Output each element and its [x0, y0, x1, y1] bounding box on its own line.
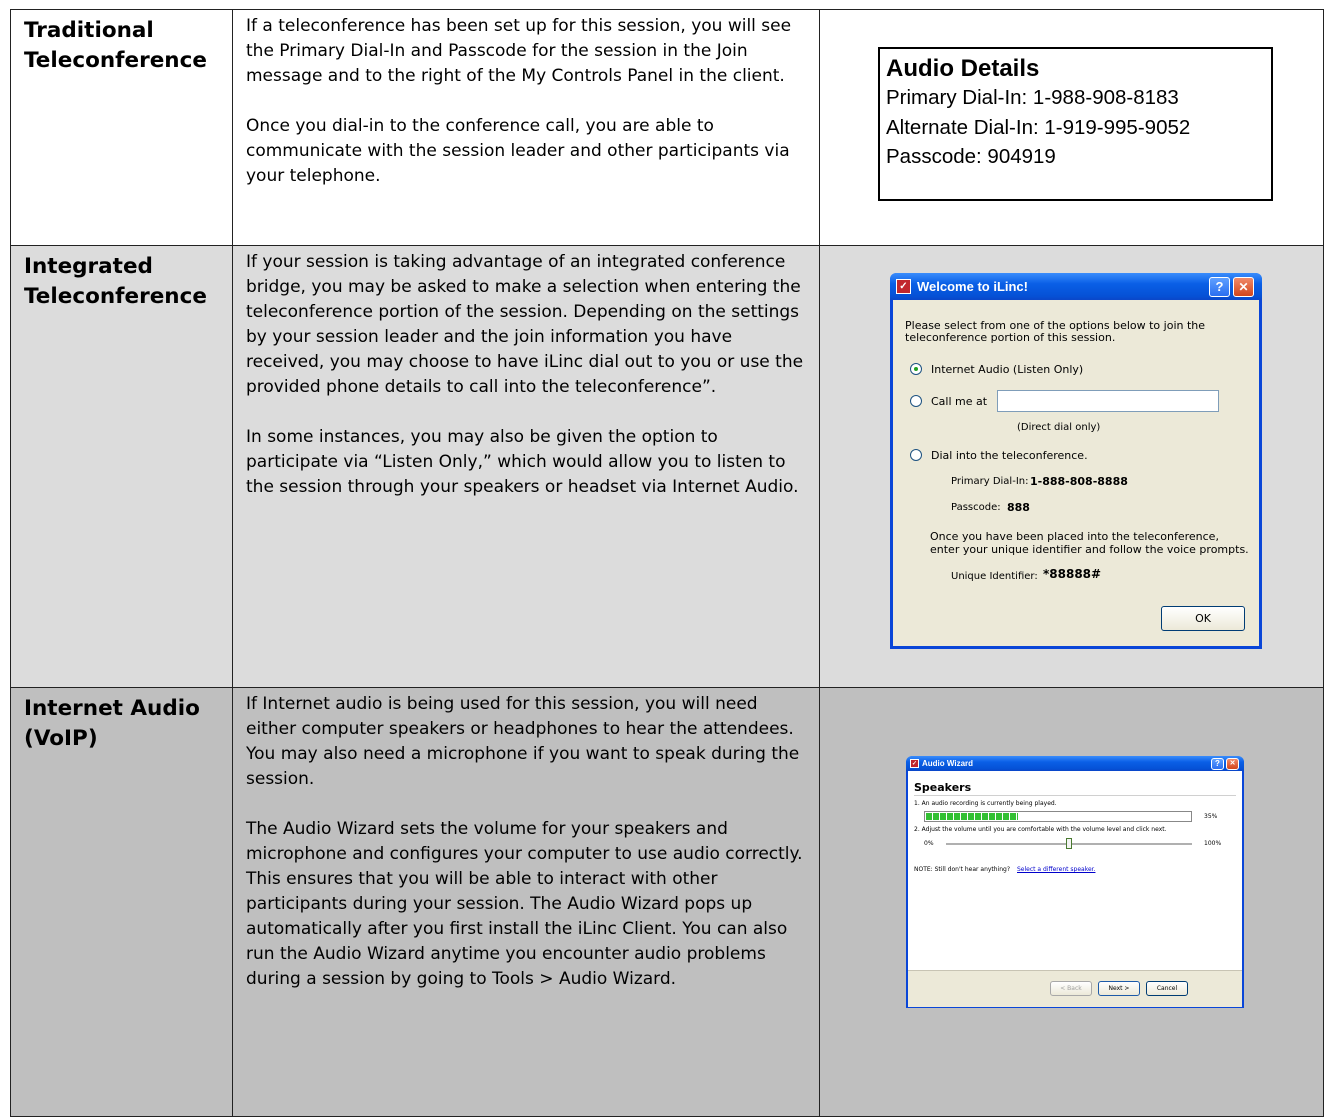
row-description-cell: If a teleconference has been set up for …: [232, 9, 820, 246]
speakers-heading: Speakers: [914, 781, 972, 794]
row-image-cell: ✓ Audio Wizard ? ✕ Speakers 1. An audio …: [819, 687, 1324, 1117]
row-title-traditional: Traditional Teleconference: [24, 18, 207, 73]
paragraph: Once you dial-in to the conference call,…: [246, 116, 790, 186]
close-button[interactable]: ✕: [1233, 277, 1254, 297]
radio-internet-audio[interactable]: [910, 363, 922, 375]
row-description-traditional: If a teleconference has been set up for …: [233, 10, 819, 189]
ok-button[interactable]: OK: [1161, 606, 1245, 631]
passcode: Passcode: 904919: [886, 145, 1056, 168]
help-button[interactable]: ?: [1209, 277, 1230, 297]
option-call-me-label: Call me at: [931, 395, 988, 408]
ilinc-logo-icon: ✓: [910, 759, 919, 768]
paragraph: In some instances, you may also be given…: [246, 427, 799, 497]
unique-identifier-label: Unique Identifier:: [951, 571, 1038, 582]
row-description-internet-audio: If Internet audio is being used for this…: [233, 688, 819, 992]
close-button[interactable]: ✕: [1226, 758, 1239, 770]
audio-wizard-body: Speakers 1. An audio recording is curren…: [908, 771, 1242, 1007]
row-title-cell: Integrated Teleconference: [10, 245, 233, 688]
row-title-cell: Internet Audio (VoIP): [10, 687, 233, 1117]
placed-instructions: enter your unique identifier and follow …: [930, 543, 1249, 556]
row-image-cell: Audio Details Primary Dial-In: 1-988-908…: [819, 9, 1324, 246]
volume-max-label: 100%: [1204, 840, 1222, 847]
wizard-button-bar: < Back Next > Cancel: [908, 970, 1242, 1007]
welcome-dialog: ✓ Welcome to iLinc! ? ✕ Please select fr…: [890, 273, 1262, 649]
playback-progress-bar: [924, 811, 1192, 822]
back-button[interactable]: < Back: [1050, 981, 1092, 996]
intro-text: teleconference portion of this session.: [905, 331, 1116, 344]
audio-options-table: Traditional Teleconference If a teleconf…: [10, 9, 1324, 1117]
select-speaker-link[interactable]: Select a different speaker.: [1017, 866, 1095, 874]
paragraph: If your session is taking advantage of a…: [246, 252, 804, 397]
primary-dial-in: Primary Dial-In: 1-988-908-8183: [886, 86, 1179, 109]
table-row-integrated: Integrated Teleconference If your sessio…: [10, 245, 1324, 688]
welcome-dialog-titlebar: ✓ Welcome to iLinc! ? ✕: [890, 273, 1262, 300]
paragraph: The Audio Wizard sets the volume for you…: [246, 819, 803, 989]
row-image-cell: ✓ Welcome to iLinc! ? ✕ Please select fr…: [819, 245, 1324, 688]
call-me-phone-input[interactable]: [997, 390, 1219, 412]
table-row-internet-audio: Internet Audio (VoIP) If Internet audio …: [10, 687, 1324, 1117]
unique-identifier-value: *88888#: [1043, 567, 1102, 581]
divider: [914, 795, 1236, 796]
primary-dial-in-label: Primary Dial-In:: [951, 476, 1029, 487]
row-description-integrated: If your session is taking advantage of a…: [233, 246, 819, 500]
welcome-dialog-title: Welcome to iLinc!: [917, 279, 1028, 294]
help-button[interactable]: ?: [1211, 758, 1224, 770]
volume-slider-track[interactable]: [946, 838, 1192, 849]
table-row-traditional: Traditional Teleconference If a teleconf…: [10, 9, 1324, 246]
audio-details-box: Audio Details Primary Dial-In: 1-988-908…: [878, 47, 1273, 201]
radio-call-me[interactable]: [910, 395, 922, 407]
volume-slider-thumb[interactable]: [1066, 838, 1072, 849]
playback-progress-label: 35%: [1204, 813, 1218, 820]
paragraph: If Internet audio is being used for this…: [246, 694, 800, 789]
step-1-text: 1. An audio recording is currently being…: [914, 800, 1057, 807]
radio-dial-in[interactable]: [910, 449, 922, 461]
ilinc-logo-icon: ✓: [896, 279, 911, 294]
direct-dial-note: (Direct dial only): [1017, 422, 1101, 433]
next-button[interactable]: Next >: [1098, 981, 1140, 996]
note-text: NOTE: Still don't hear anything?: [914, 866, 1011, 873]
paragraph: If a teleconference has been set up for …: [246, 16, 792, 86]
placed-instructions: Once you have been placed into the telec…: [930, 530, 1219, 543]
volume-min-label: 0%: [924, 840, 934, 847]
passcode-value: 888: [1007, 501, 1030, 514]
audio-wizard-title: Audio Wizard: [922, 759, 974, 768]
row-title-cell: Traditional Teleconference: [10, 9, 233, 246]
audio-wizard-window: ✓ Audio Wizard ? ✕ Speakers 1. An audio …: [906, 756, 1244, 1008]
option-internet-audio-label: Internet Audio (Listen Only): [931, 363, 1084, 376]
audio-details-title: Audio Details: [886, 55, 1040, 82]
row-title-internet-audio: Internet Audio (VoIP): [24, 696, 200, 751]
welcome-dialog-body: Please select from one of the options be…: [893, 300, 1259, 646]
option-dial-in-label: Dial into the teleconference.: [931, 449, 1088, 462]
row-title-integrated: Integrated Teleconference: [24, 254, 207, 309]
primary-dial-in-value: 1-888-808-8888: [1030, 475, 1128, 488]
passcode-label: Passcode:: [951, 502, 1001, 513]
row-description-cell: If your session is taking advantage of a…: [232, 245, 820, 688]
alternate-dial-in: Alternate Dial-In: 1-919-995-9052: [886, 115, 1191, 139]
row-description-cell: If Internet audio is being used for this…: [232, 687, 820, 1117]
audio-wizard-titlebar: ✓ Audio Wizard ? ✕: [906, 756, 1244, 771]
playback-progress-fill: [926, 813, 1018, 820]
cancel-button[interactable]: Cancel: [1146, 981, 1188, 996]
step-2-text: 2. Adjust the volume until you are comfo…: [914, 826, 1167, 833]
